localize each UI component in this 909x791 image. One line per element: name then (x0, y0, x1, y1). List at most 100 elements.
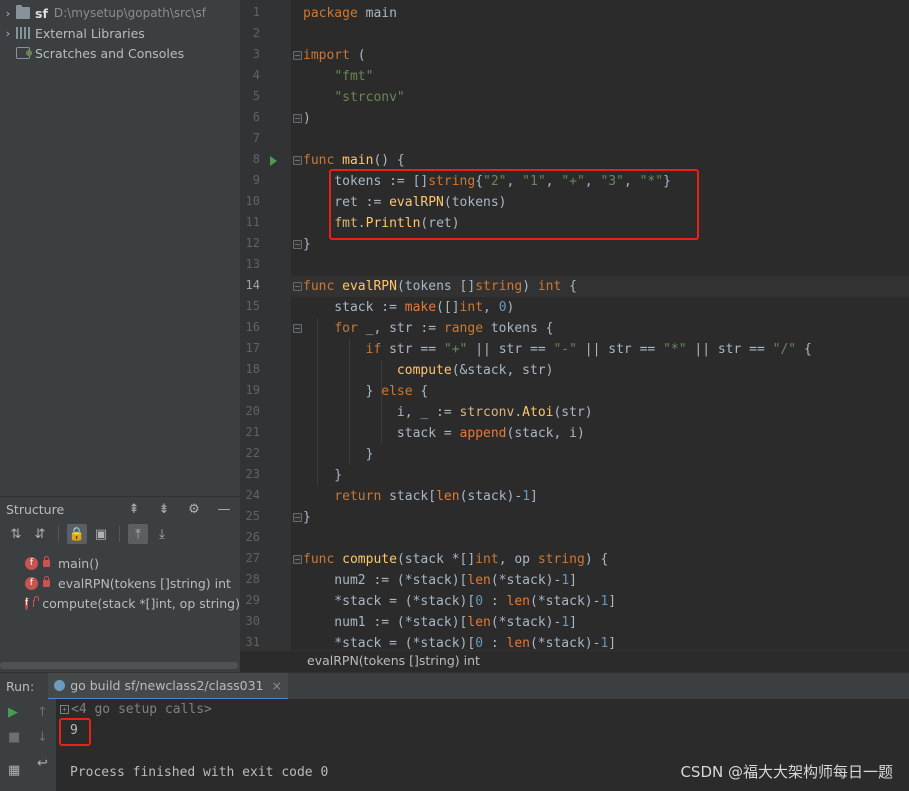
lock-icon (43, 575, 50, 587)
gear-icon[interactable]: ⚙ (184, 499, 204, 519)
project-root-name: sf (35, 5, 48, 21)
line-number: 18 (245, 362, 260, 376)
code-line[interactable]: } (303, 507, 311, 528)
autoscroll-from-source-icon[interactable]: ⤓ (152, 524, 172, 544)
close-icon[interactable]: × (272, 678, 282, 693)
code-line[interactable]: return stack[len(stack)-1] (303, 486, 538, 507)
setup-calls-fold[interactable]: + <4 go setup calls> (60, 702, 212, 717)
code-line[interactable]: i, _ := strconv.Atoi(str) (303, 402, 593, 423)
fold-icon[interactable]: − (293, 156, 302, 165)
fold-icon[interactable]: − (293, 555, 302, 564)
up-arrow-icon[interactable]: ↑ (37, 705, 48, 720)
structure-item-label: main() (58, 555, 99, 571)
soft-wrap-icon[interactable]: ↩ (37, 756, 48, 771)
line-number: 25 (245, 509, 260, 523)
code-line[interactable]: } else { (303, 381, 429, 402)
run-tab-label: go build sf/newclass2/class031 (70, 677, 264, 693)
code-line[interactable]: "strconv" (303, 87, 404, 108)
line-number: 3 (252, 47, 260, 61)
code-line[interactable]: func evalRPN(tokens []string) int { (303, 276, 577, 297)
stop-icon[interactable]: ■ (8, 730, 20, 745)
fold-icon[interactable]: − (293, 240, 302, 249)
code-line[interactable]: } (303, 234, 311, 255)
code-line[interactable]: compute(&stack, str) (303, 360, 554, 381)
code-line[interactable]: stack = append(stack, i) (303, 423, 585, 444)
chevron-right-icon[interactable]: › (0, 7, 16, 20)
code-line[interactable]: func main() { (303, 150, 405, 171)
run-tool-header: Run: go build sf/newclass2/class031 × (0, 672, 909, 700)
layout-icon[interactable]: ▦ (8, 763, 20, 778)
line-number: 20 (245, 404, 260, 418)
show-fields-icon[interactable]: ▣ (91, 524, 111, 544)
line-number: 24 (245, 488, 260, 502)
line-number: 8 (252, 152, 260, 166)
line-number: 2 (252, 26, 260, 40)
line-number: 15 (245, 299, 260, 313)
line-number: 26 (245, 530, 260, 544)
code-line[interactable]: num1 := (*stack)[len(*stack)-1] (303, 612, 577, 633)
code-line[interactable]: *stack = (*stack)[0 : len(*stack)-1] (303, 633, 616, 654)
fold-icon[interactable]: − (293, 513, 302, 522)
autoscroll-to-source-icon[interactable]: ⤒ (128, 524, 148, 544)
project-root-row[interactable]: › sf D:\mysetup\gopath\src\sf (0, 3, 240, 23)
code-line[interactable]: package main (303, 3, 397, 24)
folder-icon (16, 5, 30, 19)
fold-icon[interactable]: − (293, 324, 302, 333)
project-root-path: D:\mysetup\gopath\src\sf (53, 6, 206, 20)
line-number: 29 (245, 593, 260, 607)
line-number: 17 (245, 341, 260, 355)
code-line[interactable]: } (303, 465, 342, 486)
structure-item[interactable]: f evalRPN(tokens []string) int (0, 573, 240, 593)
lock-icon (33, 595, 40, 607)
code-line[interactable]: num2 := (*stack)[len(*stack)-1] (303, 570, 577, 591)
indent-guide (317, 318, 318, 486)
horizontal-scrollbar[interactable] (0, 662, 238, 669)
line-number: 27 (245, 551, 260, 565)
code-line[interactable]: } (303, 444, 374, 465)
code-line[interactable]: *stack = (*stack)[0 : len(*stack)-1] (303, 591, 616, 612)
chevron-right-icon[interactable]: › (0, 27, 16, 40)
fold-icon[interactable]: − (293, 282, 302, 291)
line-number: 23 (245, 467, 260, 481)
sort-alphabetically-icon[interactable]: ⇵ (30, 524, 50, 544)
structure-item[interactable]: f main() (0, 553, 240, 573)
line-number: 14 (245, 278, 260, 292)
code-line[interactable]: func compute(stack *[]int, op string) { (303, 549, 608, 570)
collapse-all-icon[interactable]: ⇟ (154, 499, 174, 519)
line-number: 21 (245, 425, 260, 439)
libraries-icon (16, 27, 30, 39)
external-libraries-row[interactable]: › External Libraries (0, 23, 240, 43)
structure-item[interactable]: f compute(stack *[]int, op string) (0, 593, 240, 613)
scratches-icon (16, 47, 32, 59)
run-label: Run: (6, 678, 35, 694)
code-line[interactable]: stack := make([]int, 0) (303, 297, 514, 318)
run-tab[interactable]: go build sf/newclass2/class031 × (48, 672, 288, 700)
code-line[interactable]: if str == "+" || str == "-" || str == "*… (303, 339, 812, 360)
fold-icon[interactable]: − (293, 114, 302, 123)
down-arrow-icon[interactable]: ↓ (37, 730, 48, 745)
code-line[interactable]: import ( (303, 45, 366, 66)
structure-item-label: compute(stack *[]int, op string) (42, 595, 240, 611)
code-line[interactable]: ) (303, 108, 311, 129)
fold-icon[interactable]: − (293, 51, 302, 60)
run-toolbar: ▶ ■ ↑ ↓ ↩ ▦ (0, 699, 56, 791)
code-line[interactable]: "fmt" (303, 66, 373, 87)
code-line[interactable]: for _, str := range tokens { (303, 318, 553, 339)
rerun-icon[interactable]: ▶ (8, 705, 18, 720)
indent-guide (381, 360, 382, 444)
run-gutter-icon[interactable] (270, 156, 277, 166)
structure-list: f main() f evalRPN(tokens []string) int … (0, 547, 240, 613)
show-private-icon[interactable]: 🔒 (67, 524, 87, 544)
code-highlight-box (329, 169, 699, 240)
minimize-icon[interactable]: — (214, 499, 234, 519)
line-number: 22 (245, 446, 260, 460)
line-number: 16 (245, 320, 260, 334)
sort-by-type-icon[interactable]: ⇅ (6, 524, 26, 544)
line-number: 28 (245, 572, 260, 586)
function-icon: f (25, 596, 29, 610)
scratches-row[interactable]: Scratches and Consoles (0, 43, 240, 63)
setup-calls-text: <4 go setup calls> (71, 702, 212, 717)
structure-header: Structure ⇞ ⇟ ⚙ — (0, 496, 240, 521)
expand-all-icon[interactable]: ⇞ (124, 499, 144, 519)
expand-icon[interactable]: + (60, 705, 69, 714)
